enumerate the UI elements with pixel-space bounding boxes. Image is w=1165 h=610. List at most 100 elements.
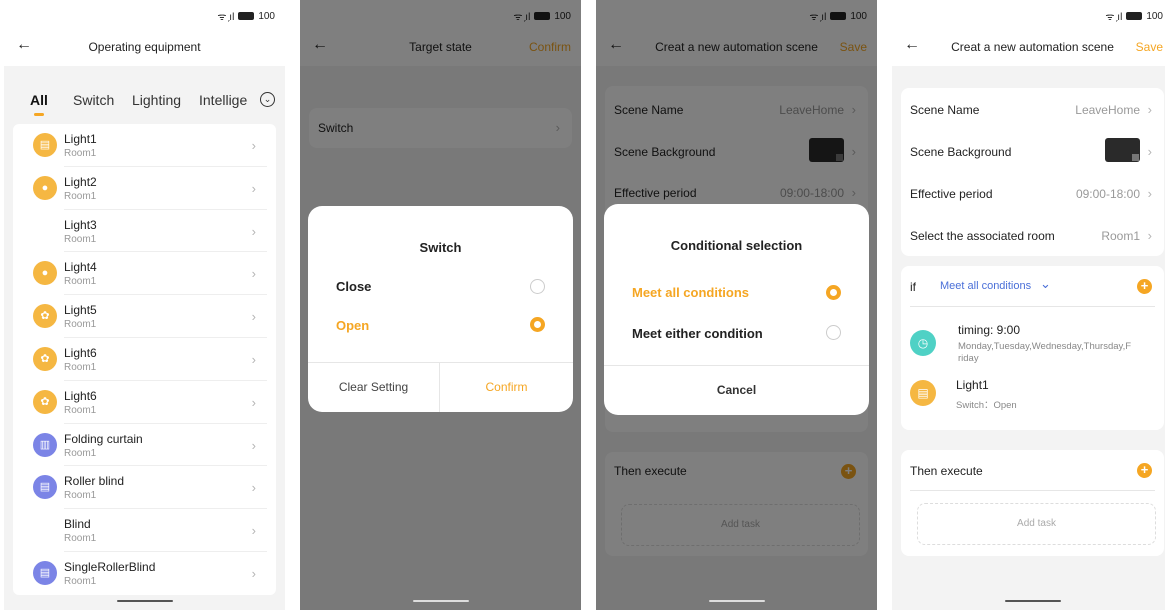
- device-name: Roller blind: [64, 474, 125, 489]
- screen-scene-conditional-selection: ᯤ ᷊ıl100 ← Creat a new automation scene …: [596, 0, 877, 610]
- dialog-title: Conditional selection: [670, 238, 803, 253]
- curtain-icon: ▥: [33, 432, 57, 457]
- device-name: Folding curtain: [64, 431, 143, 446]
- chevron-right-icon: ›: [251, 394, 256, 410]
- page-title: Operating equipment: [88, 40, 201, 54]
- add-action-plus-icon[interactable]: +: [1137, 463, 1152, 478]
- device-name: Light6: [64, 345, 97, 360]
- rgb-light-icon: ✿: [33, 304, 57, 329]
- screen-target-state: ᯤ ᷊ıl100 ← Target state Confirm Switch ›…: [300, 0, 581, 610]
- tab-switch[interactable]: Switch: [73, 92, 114, 108]
- add-condition-plus-icon[interactable]: +: [1137, 279, 1152, 294]
- option-meet-either-label[interactable]: Meet either condition: [632, 326, 763, 341]
- device-list-item[interactable]: ▤ Light1 Room1 ›: [13, 124, 276, 167]
- option-meet-all-radio[interactable]: [826, 285, 841, 300]
- status-bar: ᯤ ᷊ıl 100: [4, 0, 285, 28]
- device-room: Room1: [64, 190, 97, 202]
- device-list-item[interactable]: ● Light2 Room1 ›: [13, 167, 276, 210]
- chevron-right-icon: ›: [251, 309, 256, 325]
- blind-icon: ▤: [33, 560, 57, 585]
- battery-level: 100: [1146, 10, 1163, 22]
- chevron-right-icon: ›: [1147, 186, 1152, 201]
- device-list-item[interactable]: ● Light4 Room1 ›: [13, 252, 276, 296]
- device-list-item[interactable]: ▤ SingleRollerBlind Room1 ›: [13, 552, 276, 595]
- screen-operating-equipment: ᯤ ᷊ıl 100 ← Operating equipment All Switc…: [4, 0, 285, 610]
- scene-name-row[interactable]: Scene Name LeaveHome ›: [901, 102, 1164, 123]
- scene-name-label: Scene Name: [910, 103, 980, 117]
- chevron-right-icon: ›: [1147, 228, 1152, 243]
- option-close-radio[interactable]: [530, 279, 545, 294]
- dialog-title: Switch: [419, 240, 462, 255]
- device-room: Room1: [64, 404, 97, 416]
- device-list-item[interactable]: ✿ Light5 Room1 ›: [13, 295, 276, 338]
- signal-icon: ᯤ ᷊ıl: [217, 12, 235, 23]
- status-bar: ᯤ ᷊ıl 100: [892, 0, 1165, 28]
- rgb-light-icon: ✿: [33, 389, 57, 414]
- tab-intelligent[interactable]: Intellige: [199, 92, 247, 108]
- associated-room-row[interactable]: Select the associated room Room1 ›: [901, 228, 1164, 249]
- home-indicator: [1004, 600, 1061, 602]
- chevron-right-icon: ›: [1147, 102, 1152, 117]
- device-room: Room1: [64, 447, 97, 459]
- divider: [910, 306, 1155, 307]
- battery-icon: [238, 12, 255, 20]
- add-task-button[interactable]: Add task: [917, 503, 1156, 545]
- tab-lighting[interactable]: Lighting: [132, 92, 181, 108]
- switch-dialog: Switch Close Open Clear Setting Confirm: [308, 206, 573, 412]
- effective-period-value: 09:00-18:00: [1075, 187, 1140, 201]
- device-list-item[interactable]: ✿ Light6 Room1 ›: [13, 381, 276, 424]
- battery-level: 100: [258, 10, 275, 22]
- condition-mode-dropdown[interactable]: Meet all conditions: [940, 280, 1031, 292]
- rgb-light-icon: ✿: [33, 346, 57, 371]
- clear-setting-button[interactable]: Clear Setting: [308, 380, 439, 394]
- device-name: Light1: [64, 132, 97, 146]
- option-meet-either-radio[interactable]: [826, 325, 841, 340]
- then-execute-card: Then execute + Add task: [901, 450, 1164, 556]
- then-execute-label: Then execute: [910, 464, 983, 478]
- home-indicator: [412, 600, 469, 602]
- device-list-item[interactable]: ▥ Folding curtain Room1 ›: [13, 424, 276, 467]
- condition-detail: Monday,Tuesday,Wednesday,Thursday,Friday: [958, 341, 1132, 364]
- device-room: Room1: [64, 276, 97, 288]
- scene-settings-card: Scene Name LeaveHome › Scene Background …: [901, 88, 1164, 256]
- device-room: Room1: [64, 533, 97, 545]
- save-button[interactable]: Save: [1136, 40, 1163, 54]
- scene-background-label: Scene Background: [910, 145, 1012, 159]
- condition-title: Light1: [956, 378, 989, 392]
- device-name: Light5: [64, 303, 97, 318]
- chevron-right-icon: ›: [251, 351, 256, 367]
- tab-all[interactable]: All: [30, 92, 48, 108]
- chevron-right-icon: ›: [251, 223, 256, 239]
- nav-bar: ← Creat a new automation scene Save: [892, 28, 1165, 66]
- device-list-item[interactable]: ✿ Light6 Room1 ›: [13, 338, 276, 381]
- device-list-item[interactable]: Light3 Room1 ›: [13, 210, 276, 253]
- associated-room-label: Select the associated room: [910, 229, 1055, 243]
- dialog-confirm-button[interactable]: Confirm: [440, 380, 573, 394]
- device-room: Room1: [64, 361, 97, 373]
- device-room: Room1: [64, 233, 97, 245]
- option-open-label[interactable]: Open: [336, 318, 369, 333]
- bulb-icon: ●: [33, 261, 57, 286]
- chevron-right-icon: ›: [251, 266, 256, 282]
- chevron-right-icon: ›: [251, 138, 256, 153]
- scene-background-row[interactable]: Scene Background ›: [901, 138, 1164, 165]
- device-room: Room1: [64, 148, 97, 159]
- chevron-down-icon[interactable]: ⌄: [1040, 276, 1051, 292]
- scene-background-thumbnail: [1105, 138, 1140, 162]
- device-list-item[interactable]: ▤ Roller blind Room1 ›: [13, 466, 276, 510]
- chevron-right-icon: ›: [251, 180, 256, 196]
- effective-period-row[interactable]: Effective period 09:00-18:00 ›: [901, 186, 1164, 207]
- device-name: Light6: [64, 388, 97, 403]
- device-list-item[interactable]: Blind Room1 ›: [13, 509, 276, 552]
- blind-icon: ▤: [33, 475, 57, 500]
- option-meet-all-label[interactable]: Meet all conditions: [632, 285, 749, 300]
- chevron-right-icon: ›: [251, 565, 256, 581]
- clock-icon: ◷: [910, 330, 936, 356]
- option-open-radio[interactable]: [530, 317, 545, 332]
- chevron-down-circle-icon[interactable]: ⌄: [260, 92, 275, 107]
- category-tabs: All Switch Lighting Intellige ⌄: [4, 84, 285, 120]
- option-close-label[interactable]: Close: [336, 279, 371, 294]
- scene-name-value: LeaveHome: [1075, 103, 1140, 117]
- if-conditions-card: if Meet all conditions ⌄ + ◷ timing: 9:0…: [901, 266, 1164, 430]
- cancel-button[interactable]: Cancel: [604, 383, 869, 397]
